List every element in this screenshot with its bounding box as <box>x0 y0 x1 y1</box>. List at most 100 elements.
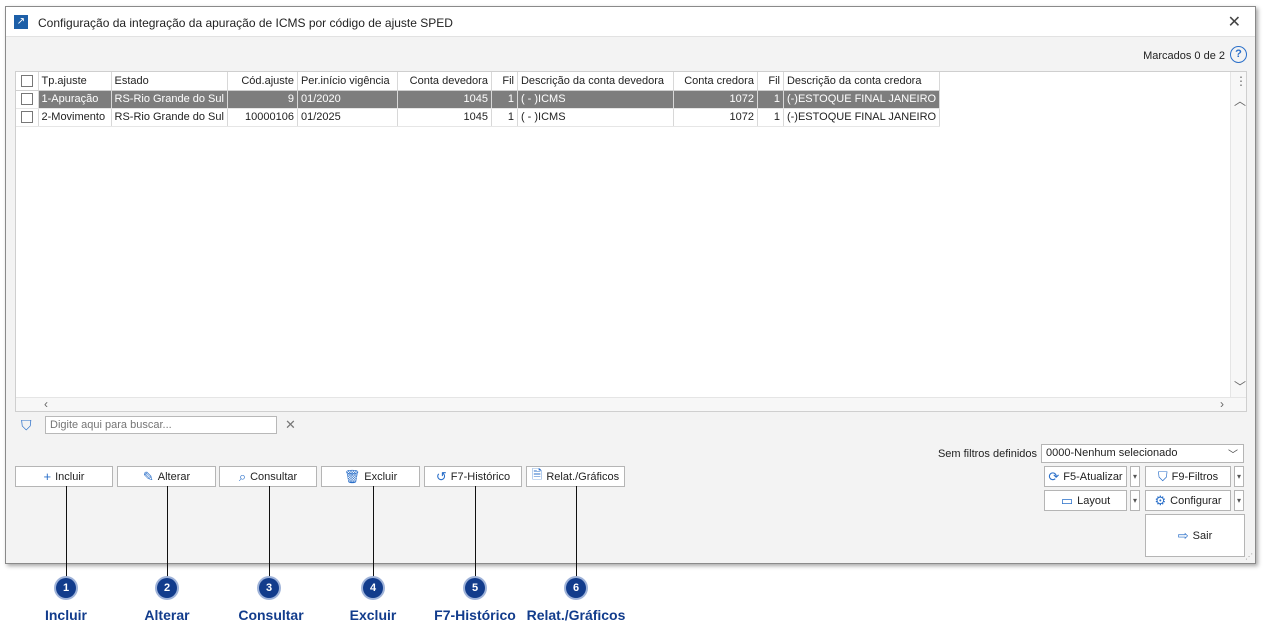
refresh-icon: ⟳ <box>1048 468 1060 484</box>
cell: 1 <box>491 108 518 127</box>
filter-select[interactable]: 0000-Nenhum selecionado ﹀ <box>1041 444 1244 463</box>
exit-icon: ⇨ <box>1177 527 1189 543</box>
filtros-button[interactable]: ⛉ F9-Filtros <box>1145 466 1231 487</box>
cell: 1 <box>757 90 784 109</box>
col-header[interactable]: Tp.ajuste <box>38 72 112 91</box>
col-header[interactable]: Cód.ajuste <box>227 72 298 91</box>
app-arrow-icon: ↗ <box>14 15 28 29</box>
cell: 01/2020 <box>297 90 398 109</box>
incluir-button[interactable]: + Incluir <box>15 466 113 487</box>
callout-line <box>66 486 67 578</box>
sair-button[interactable]: ⇨ Sair <box>1145 514 1245 557</box>
excluir-button[interactable]: 🗑 Excluir <box>321 466 420 487</box>
callout-number: 1 <box>56 578 76 598</box>
cell: 1072 <box>673 90 758 109</box>
configurar-button[interactable]: ⚙ Configurar <box>1145 490 1231 511</box>
consultar-button[interactable]: ⌕ Consultar <box>219 466 317 487</box>
col-header[interactable]: Descrição da conta credora <box>783 72 941 91</box>
col-header[interactable]: Conta credora <box>673 72 758 91</box>
layout-button[interactable]: ▭ Layout <box>1044 490 1127 511</box>
scroll-left-icon[interactable]: ‹ <box>44 397 48 411</box>
search-bar: ⛉ ✕ <box>15 414 315 438</box>
column-menu-icon[interactable]: ⋮ <box>1235 74 1246 88</box>
atualizar-dropdown[interactable]: ▾ <box>1130 466 1140 487</box>
trash-icon: 🗑 <box>343 468 361 484</box>
cell: 1 <box>491 90 518 109</box>
title-bar: ↗ Configuração da integração da apuração… <box>6 7 1255 37</box>
scroll-up-icon[interactable]: ︿ <box>1234 92 1246 109</box>
col-header[interactable]: Estado <box>111 72 228 91</box>
callout-label: Excluir <box>349 607 397 623</box>
callout-number: 3 <box>259 578 279 598</box>
document-icon: 🗎 <box>531 466 543 482</box>
window-title: Configuração da integração da apuração d… <box>38 16 453 30</box>
help-icon[interactable]: ? <box>1230 46 1247 63</box>
chevron-down-icon: ﹀ <box>1228 450 1238 461</box>
select-all-checkbox[interactable] <box>16 72 39 91</box>
close-icon[interactable]: ✕ <box>1228 12 1241 32</box>
cell: ( - )ICMS <box>517 90 674 109</box>
cell: (-)ESTOQUE FINAL JANEIRO <box>783 90 941 109</box>
scroll-right-icon[interactable]: › <box>1220 397 1224 411</box>
layout-dropdown[interactable]: ▾ <box>1130 490 1140 511</box>
cell: 1 <box>757 108 784 127</box>
history-icon: ↺ <box>435 468 447 484</box>
col-header[interactable]: Per.início vigência <box>297 72 398 91</box>
data-grid: Tp.ajuste Estado Cód.ajuste Per.início v… <box>15 71 1247 412</box>
relat-button[interactable]: 🗎 Relat./Gráficos <box>526 466 625 487</box>
cell: 2-Movimento <box>38 108 112 127</box>
filters-status: Sem filtros definidos <box>937 448 1037 460</box>
horizontal-scrollbar[interactable]: ‹ › <box>16 397 1246 411</box>
filter-icon: ⛉ <box>1157 468 1168 484</box>
callout-label: Relat./Gráficos <box>526 607 626 623</box>
callout-number: 5 <box>465 578 485 598</box>
search-input[interactable] <box>45 416 277 434</box>
callout-label: Consultar <box>238 607 304 623</box>
cell: 01/2025 <box>297 108 398 127</box>
col-header[interactable]: Conta devedora <box>397 72 492 91</box>
callout-line <box>576 486 577 578</box>
settings-sliders-icon: ⚙ <box>1154 492 1167 508</box>
table-row[interactable]: 2-Movimento RS-Rio Grande do Sul 1000010… <box>16 108 941 127</box>
cell: 1045 <box>397 90 492 109</box>
grid-table: Tp.ajuste Estado Cód.ajuste Per.início v… <box>16 72 941 127</box>
dialog-window: ↗ Configuração da integração da apuração… <box>5 6 1256 564</box>
col-header[interactable]: Fil <box>757 72 784 91</box>
table-row[interactable]: 1-Apuração RS-Rio Grande do Sul 9 01/202… <box>16 90 941 109</box>
configurar-dropdown[interactable]: ▾ <box>1234 490 1244 511</box>
resize-grip-icon[interactable]: ⋰ <box>1245 552 1253 561</box>
row-checkbox[interactable] <box>16 90 39 109</box>
callout-label: Incluir <box>44 607 88 623</box>
col-header[interactable]: Descrição da conta devedora <box>517 72 674 91</box>
callout-line <box>269 486 270 578</box>
edit-icon: ✎ <box>142 468 154 484</box>
marked-count: Marcados 0 de 2 <box>1143 50 1225 62</box>
cell: ( - )ICMS <box>517 108 674 127</box>
atualizar-button[interactable]: ⟳ F5-Atualizar <box>1044 466 1127 487</box>
cell: 9 <box>227 90 298 109</box>
plus-icon: + <box>43 469 52 484</box>
col-header[interactable]: Fil <box>491 72 518 91</box>
row-checkbox[interactable] <box>16 108 39 127</box>
filtros-dropdown[interactable]: ▾ <box>1234 466 1244 487</box>
cell: RS-Rio Grande do Sul <box>111 108 228 127</box>
callout-number: 6 <box>566 578 586 598</box>
cell: RS-Rio Grande do Sul <box>111 90 228 109</box>
search-icon: ⌕ <box>238 468 247 484</box>
callout-label: Alterar <box>144 607 190 623</box>
cell: 1045 <box>397 108 492 127</box>
cell: 1-Apuração <box>38 90 112 109</box>
cell: 1072 <box>673 108 758 127</box>
historico-button[interactable]: ↺ F7-Histórico <box>424 466 522 487</box>
callout-number: 4 <box>363 578 383 598</box>
vertical-scrollbar[interactable]: ⋮ ︿ ﹀ <box>1230 72 1246 411</box>
alterar-button[interactable]: ✎ Alterar <box>117 466 216 487</box>
callout-label: F7-Histórico <box>434 607 516 623</box>
scroll-down-icon[interactable]: ﹀ <box>1234 378 1246 395</box>
filter-select-value: 0000-Nenhum selecionado <box>1046 447 1178 459</box>
callout-number: 2 <box>157 578 177 598</box>
callout-line <box>475 486 476 578</box>
cell: 10000106 <box>227 108 298 127</box>
clear-search-icon[interactable]: ✕ <box>285 417 296 433</box>
callout-line <box>373 486 374 578</box>
